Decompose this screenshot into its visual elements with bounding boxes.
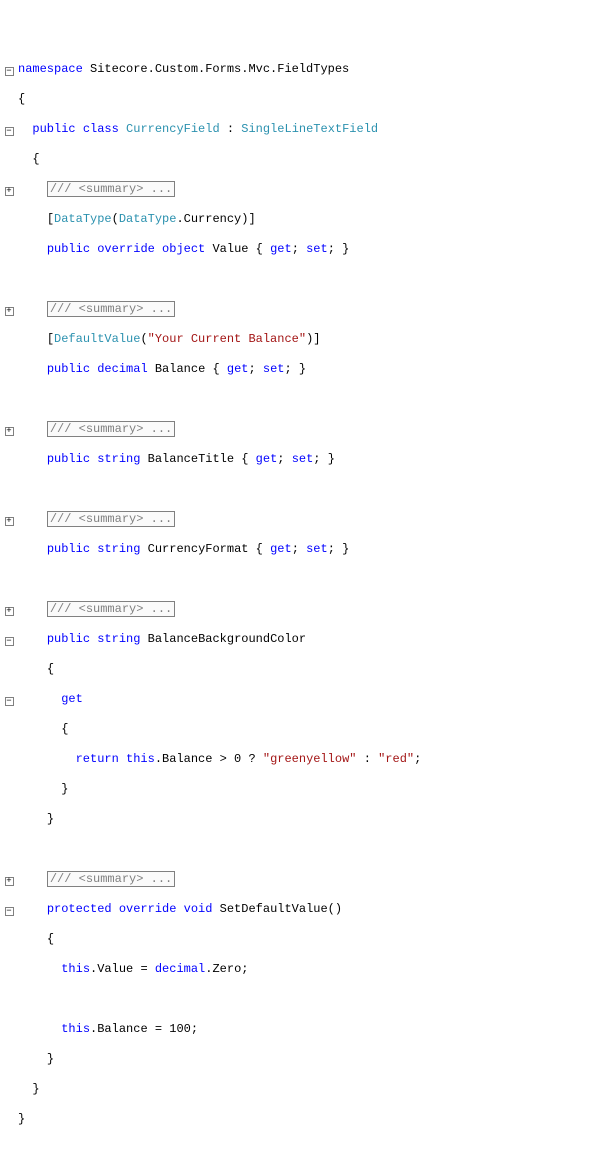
fold-summary[interactable]: + — [5, 607, 14, 616]
brace-close: } — [18, 1112, 25, 1126]
fold-summary[interactable]: + — [5, 517, 14, 526]
fold-method[interactable]: − — [5, 907, 14, 916]
prop-currency-format: CurrencyFormat { — [140, 542, 270, 556]
base-class: SingleLineTextField — [241, 122, 378, 136]
str-greenyellow: "greenyellow" — [263, 752, 357, 766]
summary-collapsed[interactable]: /// <summary> ... — [47, 511, 175, 527]
kw-class: class — [83, 122, 119, 136]
summary-collapsed[interactable]: /// <summary> ... — [47, 601, 175, 617]
summary-collapsed[interactable]: /// <summary> ... — [47, 421, 175, 437]
kw-get: get — [61, 692, 83, 706]
namespace-name: Sitecore.Custom.Forms.Mvc.FieldTypes — [83, 62, 349, 76]
prop-balance-title: BalanceTitle { — [140, 452, 255, 466]
summary-collapsed[interactable]: /// <summary> ... — [47, 871, 175, 887]
fold-getter[interactable]: − — [5, 697, 14, 706]
fold-summary[interactable]: + — [5, 877, 14, 886]
str-red: "red" — [378, 752, 414, 766]
kw-public: public — [32, 122, 75, 136]
method-set-default-value: SetDefaultValue() — [212, 902, 342, 916]
summary-collapsed[interactable]: /// <summary> ... — [47, 181, 175, 197]
attr-defaultvalue: DefaultValue — [54, 332, 140, 346]
class-name: CurrencyField — [126, 122, 220, 136]
brace-open: { — [32, 152, 39, 166]
default-value-string: "Your Current Balance" — [148, 332, 306, 346]
prop-balance: Balance { — [148, 362, 227, 376]
attr-datatype: DataType — [54, 212, 112, 226]
colon: : — [220, 122, 242, 136]
attr-bracket: [ — [47, 212, 54, 226]
kw-namespace: namespace — [18, 62, 83, 76]
brace-open: { — [18, 92, 25, 106]
kw-return: return — [76, 752, 119, 766]
prop-balance-bg-color: BalanceBackgroundColor — [140, 632, 306, 646]
fold-summary[interactable]: + — [5, 427, 14, 436]
fold-summary[interactable]: + — [5, 187, 14, 196]
brace-close: } — [32, 1082, 39, 1096]
fold-summary[interactable]: + — [5, 307, 14, 316]
summary-collapsed[interactable]: /// <summary> ... — [47, 301, 175, 317]
prop-value: Value { — [205, 242, 270, 256]
fold-namespace[interactable]: − — [5, 67, 14, 76]
fold-class[interactable]: − — [5, 127, 14, 136]
fold-property[interactable]: − — [5, 637, 14, 646]
